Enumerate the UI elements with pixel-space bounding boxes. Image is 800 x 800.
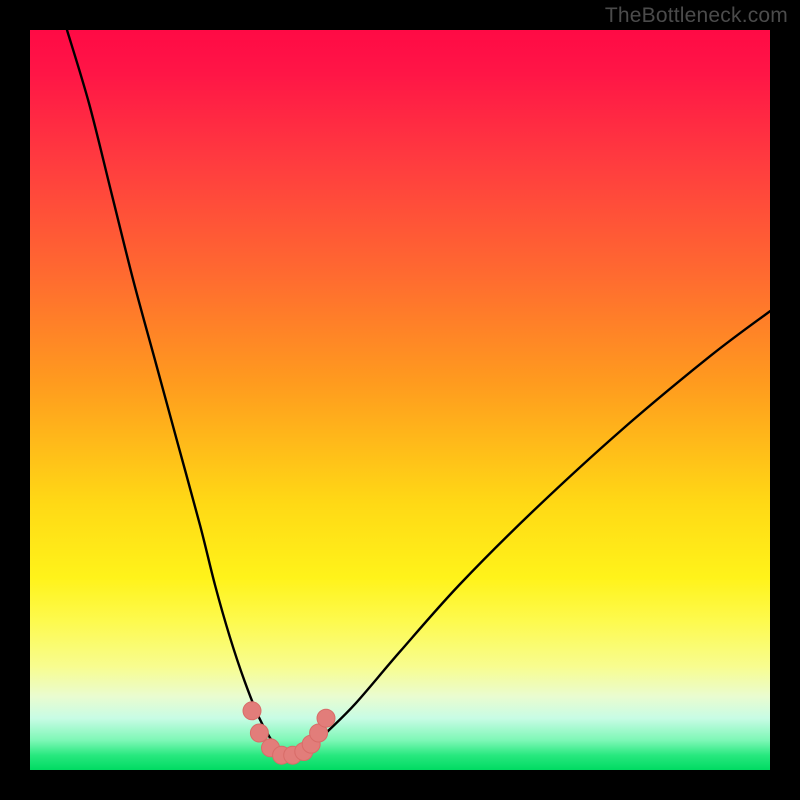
- highlight-marker: [317, 709, 335, 727]
- plot-area: [30, 30, 770, 770]
- highlight-marker: [243, 702, 261, 720]
- marker-group: [243, 702, 335, 764]
- highlight-marker: [250, 724, 268, 742]
- chart-frame: TheBottleneck.com: [0, 0, 800, 800]
- watermark-text: TheBottleneck.com: [605, 4, 788, 28]
- curve-svg: [30, 30, 770, 770]
- bottleneck-curve: [67, 30, 770, 756]
